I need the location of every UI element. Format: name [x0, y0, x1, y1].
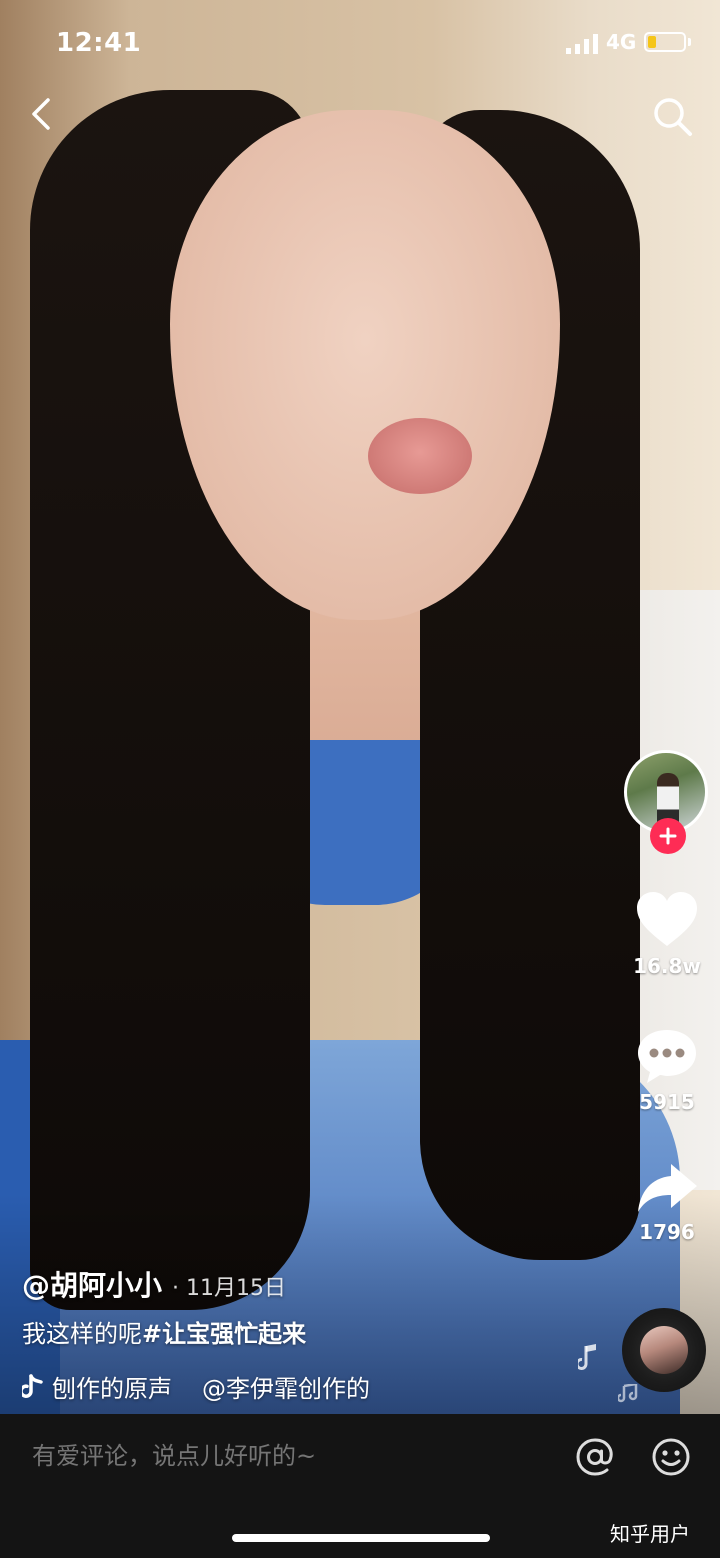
like-button[interactable]: 16.8w: [626, 890, 708, 978]
comment-bar: 知乎用户: [0, 1414, 720, 1558]
post-info: @胡阿小小 · 11月15日 我这样的呢#让宝强忙起来 刨作的原声 @李伊霏创作的: [22, 1264, 582, 1404]
video-player[interactable]: [0, 0, 720, 1414]
status-bar: 12:41 4G: [0, 28, 720, 60]
music-note-icon: [22, 1373, 43, 1398]
music-cover: [640, 1326, 688, 1374]
comment-button[interactable]: 5915: [626, 1026, 708, 1114]
comment-input[interactable]: [32, 1442, 532, 1470]
status-time: 12:41: [56, 28, 142, 58]
network-type: 4G: [606, 30, 637, 54]
home-indicator[interactable]: [232, 1534, 490, 1542]
signal-icon: [566, 34, 598, 54]
post-caption: 我这样的呢#让宝强忙起来: [22, 1314, 582, 1349]
music-title: 刨作的原声: [52, 1375, 172, 1403]
music-title-repeat: @李伊霏创作的: [202, 1375, 370, 1403]
plus-icon: [659, 827, 677, 845]
watermark: 知乎用户: [610, 1522, 690, 1546]
share-arrow-icon: [638, 1164, 697, 1212]
comment-bubble-icon: [638, 1030, 696, 1083]
floating-note-icon: [578, 1344, 596, 1370]
chevron-left-icon[interactable]: [22, 94, 62, 134]
caption-text: 我这样的呢: [22, 1320, 142, 1348]
follow-button[interactable]: [650, 818, 686, 854]
share-button[interactable]: 1796: [626, 1160, 708, 1244]
music-marquee[interactable]: 刨作的原声 @李伊霏创作的: [22, 1369, 372, 1404]
music-disc[interactable]: [622, 1308, 706, 1392]
lips: [368, 418, 472, 494]
battery-tip: [688, 38, 691, 46]
floating-note-icon: [618, 1384, 638, 1403]
comment-count: 5915: [639, 1090, 695, 1114]
heart-icon: [637, 892, 697, 946]
author-avatar-group[interactable]: [624, 750, 710, 854]
search-icon[interactable]: [650, 94, 694, 138]
emoji-icon[interactable]: [650, 1436, 692, 1478]
at-mention-icon[interactable]: [574, 1436, 616, 1478]
share-count: 1796: [639, 1220, 695, 1244]
like-count: 16.8w: [633, 954, 701, 978]
caption-hashtag[interactable]: #让宝强忙起来: [142, 1320, 306, 1348]
battery-icon: [644, 32, 686, 52]
post-date: · 11月15日: [172, 1276, 286, 1301]
author-name[interactable]: @胡阿小小: [22, 1264, 162, 1304]
